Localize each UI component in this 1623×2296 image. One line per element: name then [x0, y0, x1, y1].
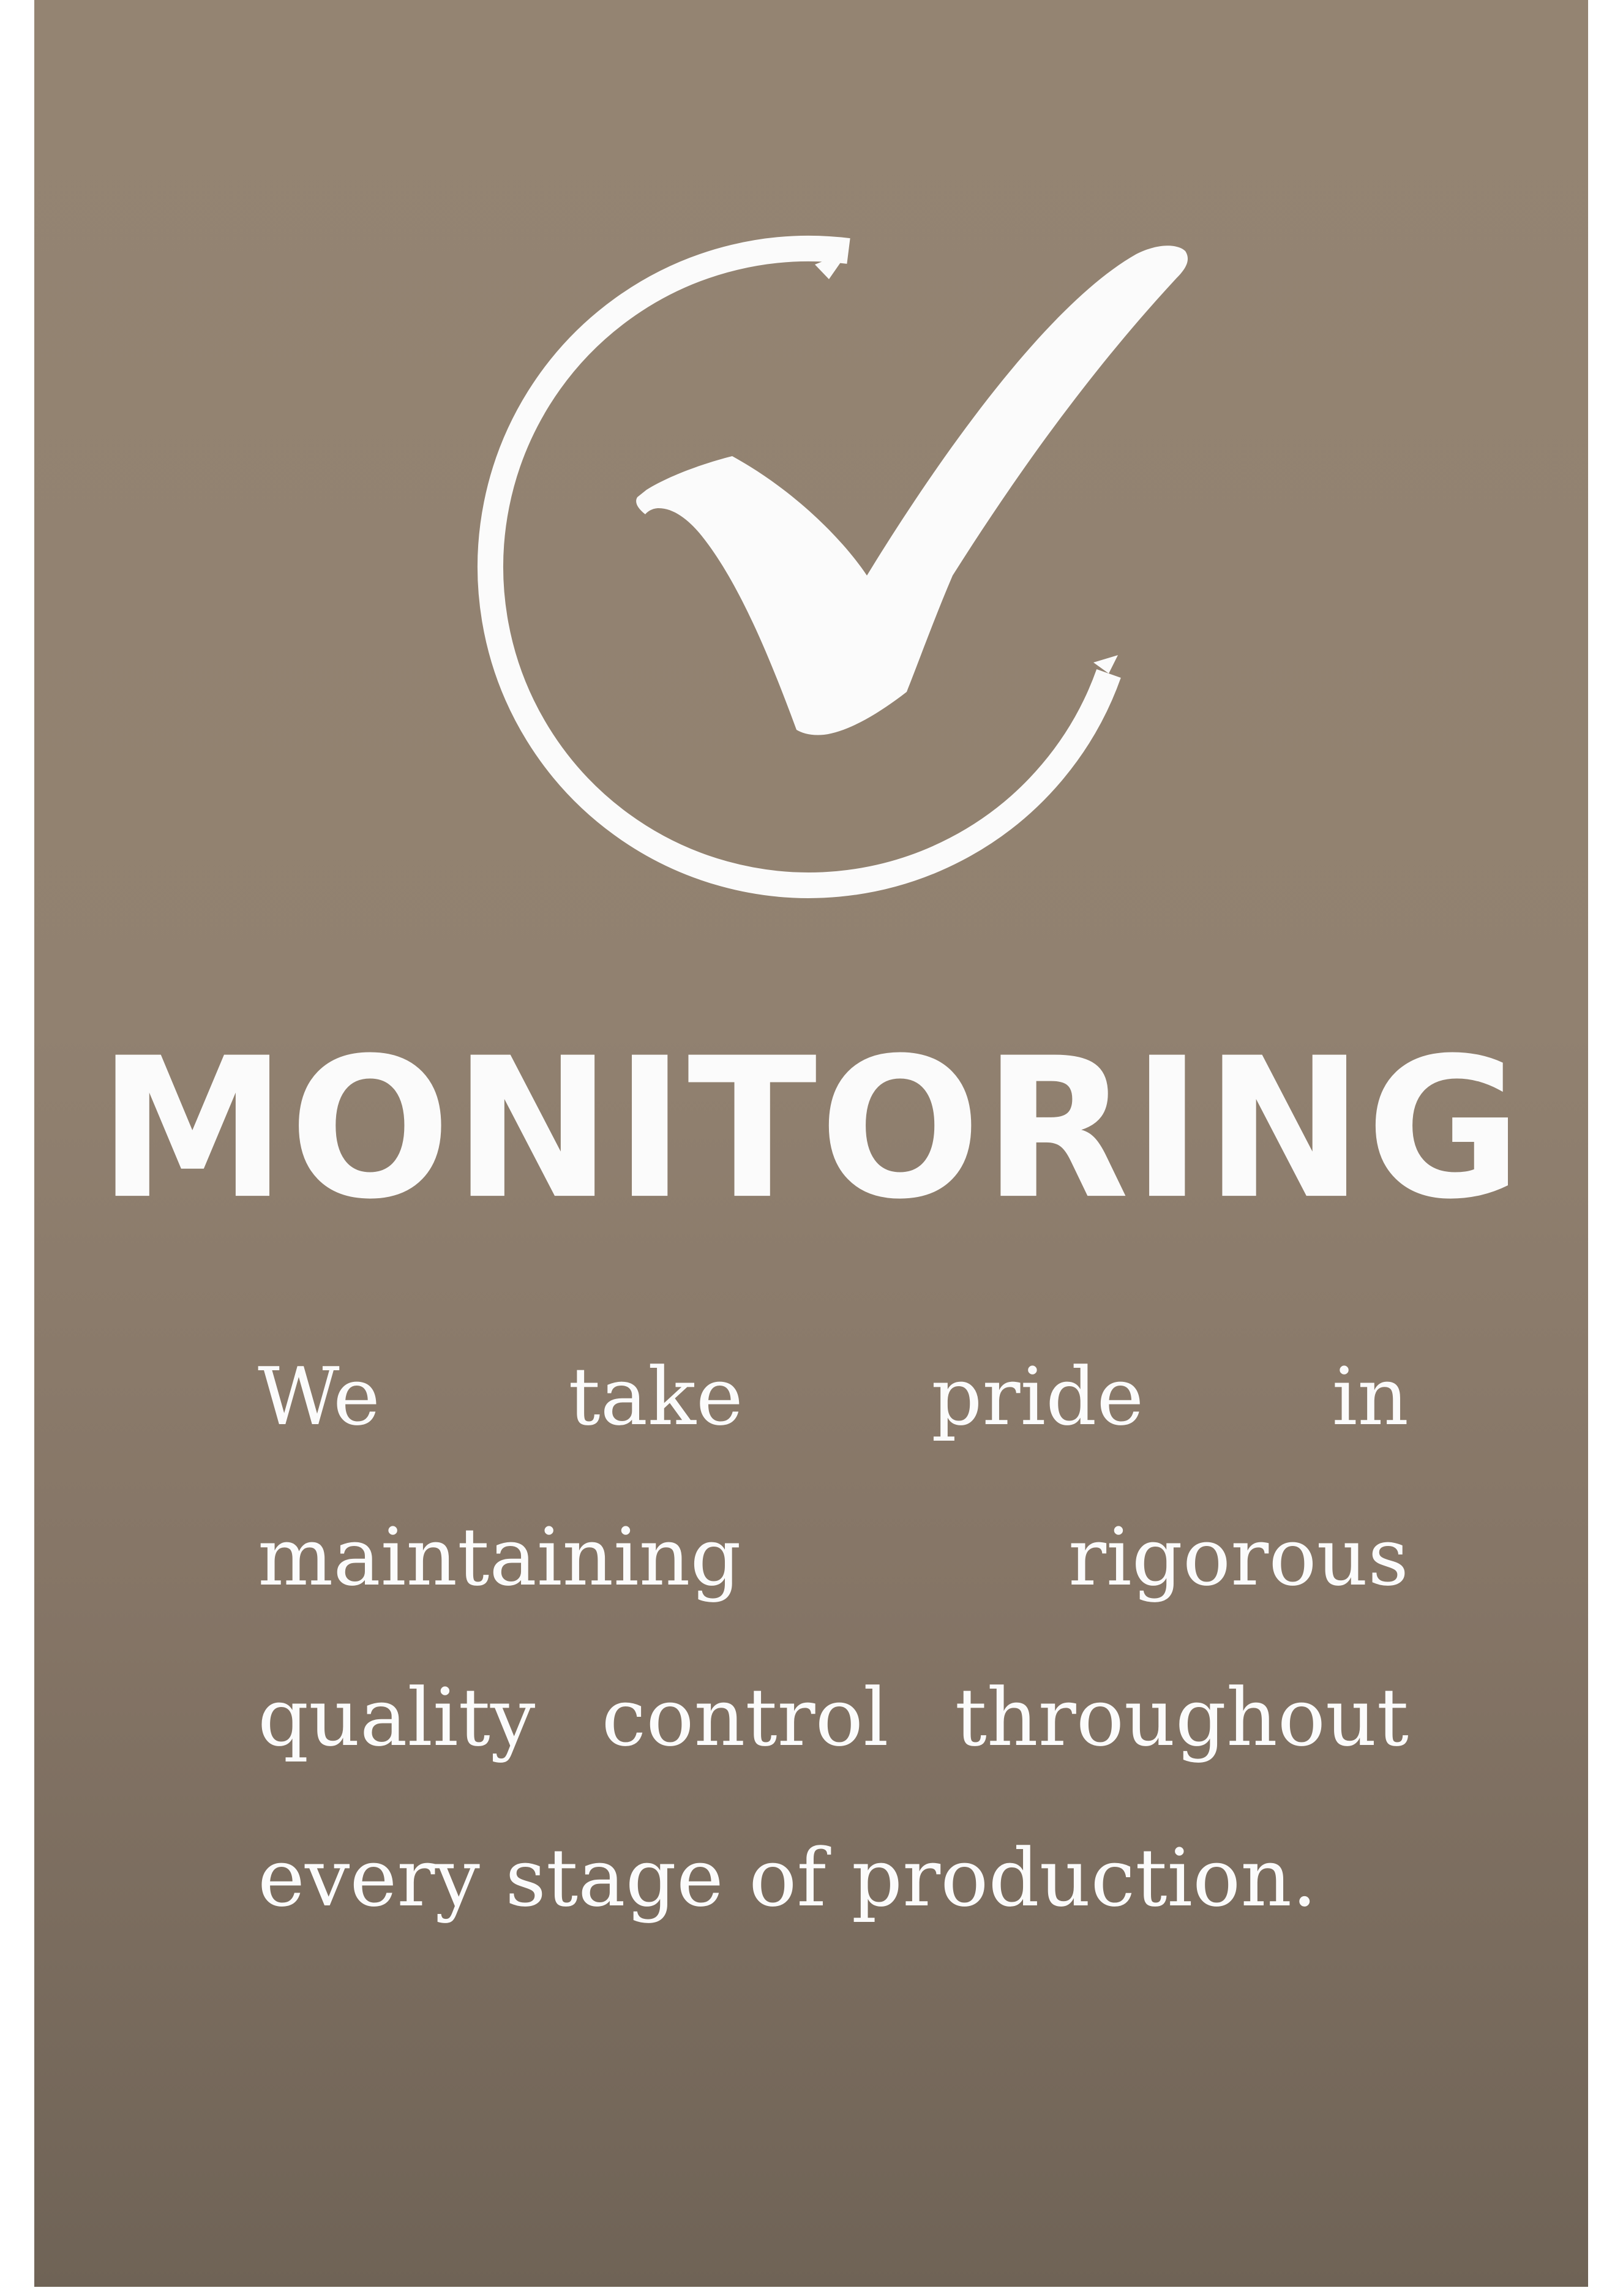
page-title: MONITORING	[98, 1016, 1524, 1242]
checkmark-circle-icon	[451, 233, 1222, 925]
description-text: We take pride in maintaining rigorous qu…	[258, 1350, 1409, 1924]
card-panel: MONITORING We take pride in maintaining …	[34, 0, 1588, 2287]
